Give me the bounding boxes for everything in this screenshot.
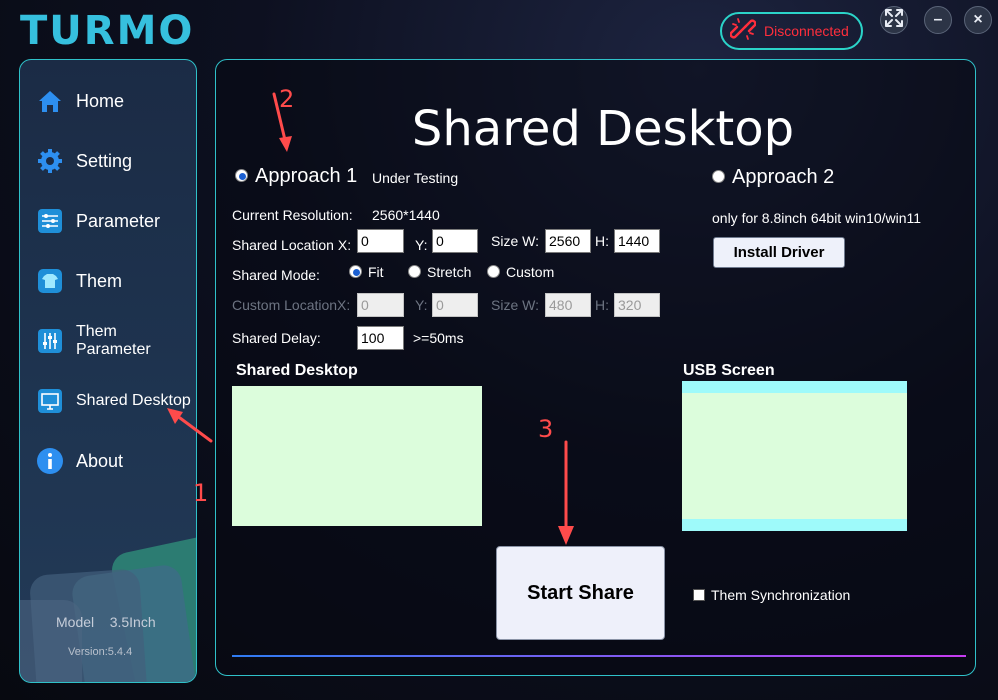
- annotation-arrow-1: [167, 408, 213, 443]
- annotation-arrow-3: [558, 440, 574, 545]
- annotation-arrows: [167, 92, 574, 545]
- annotation-arrow-2: [272, 92, 292, 152]
